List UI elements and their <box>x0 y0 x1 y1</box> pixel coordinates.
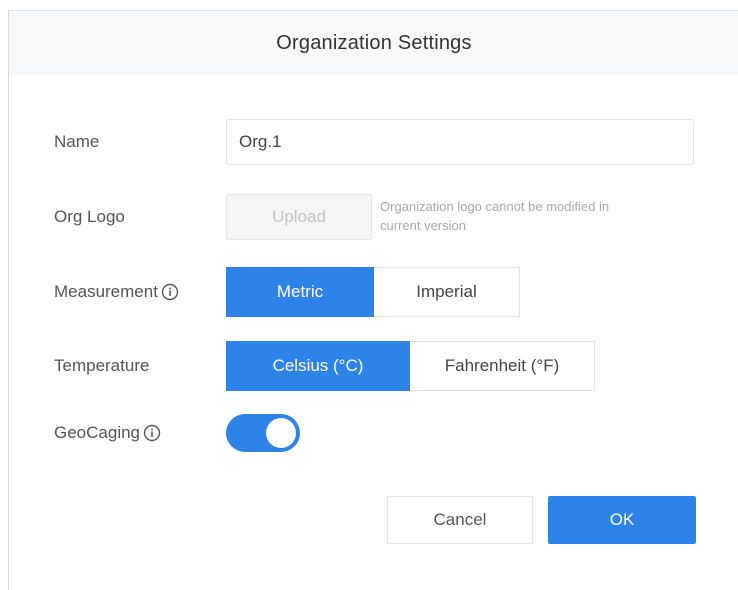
upload-hint: Organization logo cannot be modified in … <box>380 199 610 233</box>
temperature-label-text: Temperature <box>54 356 150 375</box>
measurement-label: Measurement <box>54 277 179 307</box>
measurement-option-metric[interactable]: Metric <box>226 267 374 317</box>
org-logo-label-text: Org Logo <box>54 207 125 226</box>
dialog-header: Organization Settings <box>9 11 738 75</box>
geocaging-label-text: GeoCaging <box>54 423 141 442</box>
name-label: Name <box>54 127 99 157</box>
temperature-label: Temperature <box>54 351 149 381</box>
temperature-option-fahrenheit[interactable]: Fahrenheit (°F) <box>410 341 595 391</box>
measurement-segmented-control: Metric Imperial <box>226 267 520 317</box>
ok-button[interactable]: OK <box>548 496 696 544</box>
name-input[interactable] <box>226 119 694 165</box>
dialog-title: Organization Settings <box>276 31 472 54</box>
org-logo-label: Org Logo <box>54 202 125 232</box>
temperature-segmented-control: Celsius (°C) Fahrenheit (°F) <box>226 341 595 391</box>
info-icon[interactable] <box>161 283 179 301</box>
measurement-option-imperial[interactable]: Imperial <box>374 267 520 317</box>
temperature-option-celsius[interactable]: Celsius (°C) <box>226 341 410 391</box>
organization-settings-dialog: Organization Settings Name Org Logo Uplo… <box>8 10 738 590</box>
geocaging-toggle[interactable] <box>226 414 300 452</box>
toggle-knob <box>266 418 296 448</box>
name-label-text: Name <box>54 132 100 151</box>
info-icon[interactable] <box>143 424 161 442</box>
geocaging-label: GeoCaging <box>54 418 161 448</box>
measurement-label-text: Measurement <box>54 282 158 301</box>
upload-button[interactable]: Upload <box>226 194 372 240</box>
cancel-button[interactable]: Cancel <box>387 496 533 544</box>
